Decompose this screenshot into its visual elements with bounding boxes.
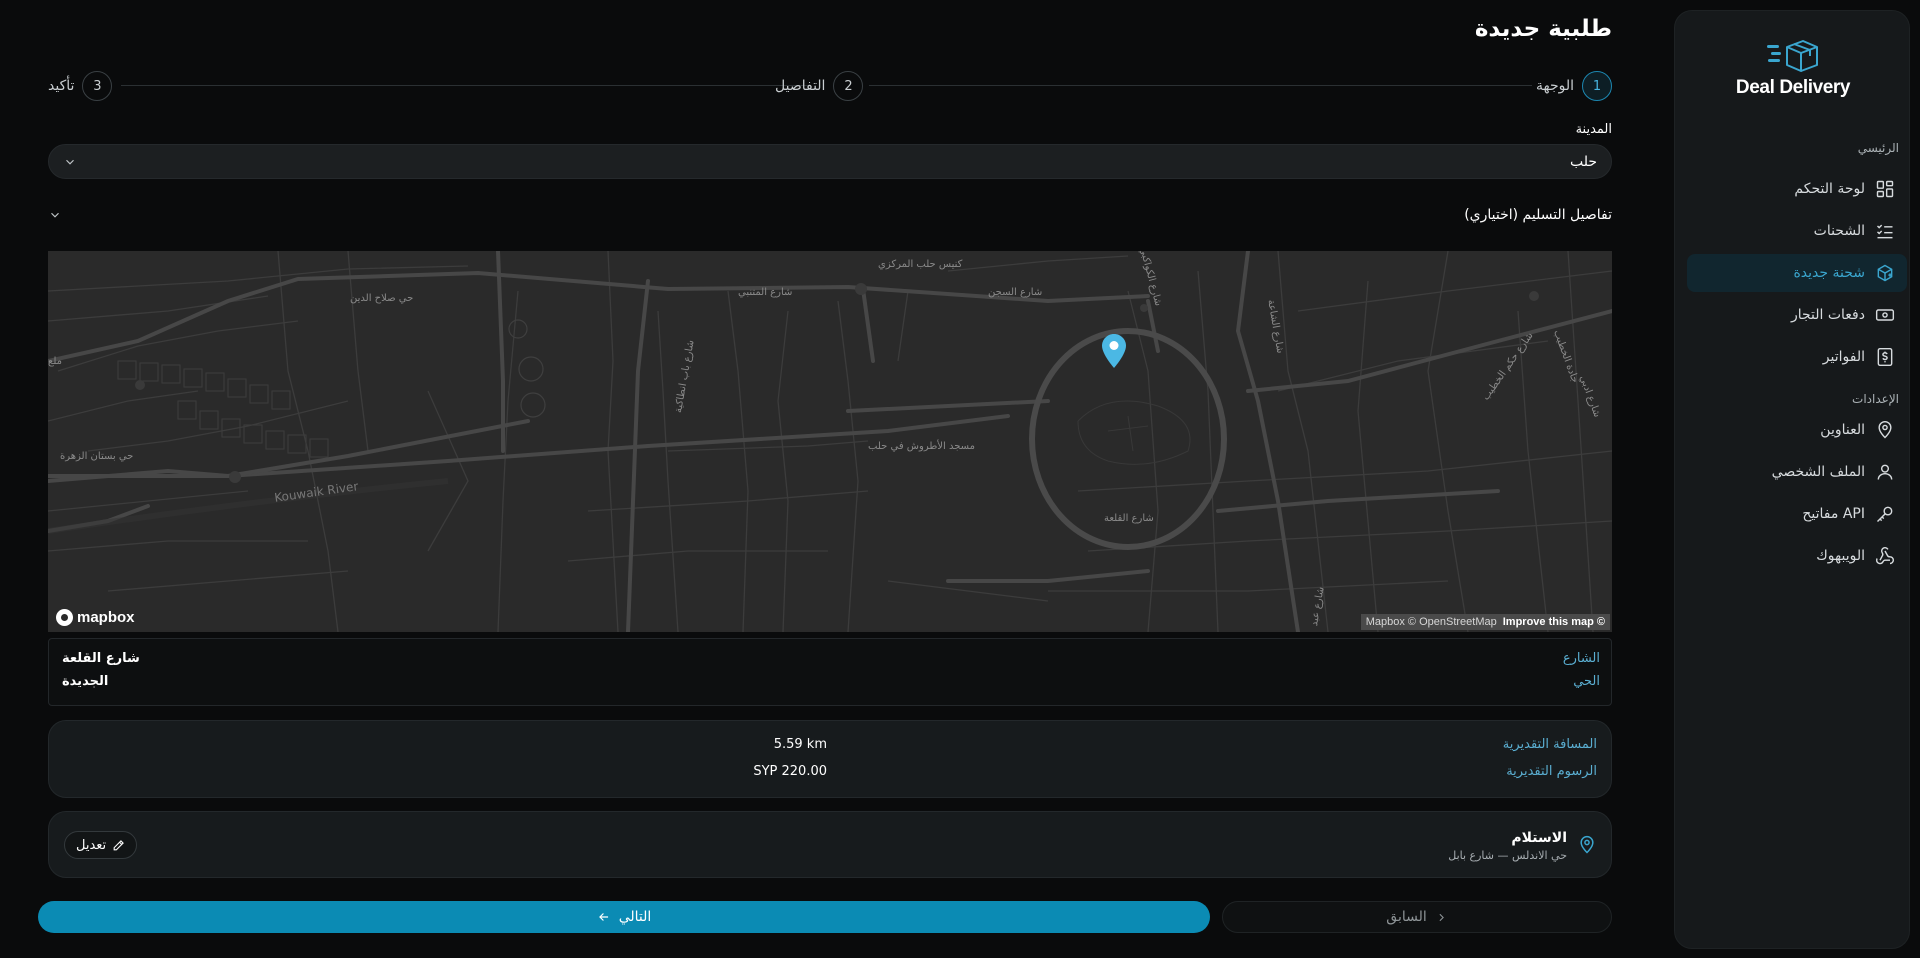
address-details: الشارع شارع القلعة الحي الجديدة (48, 638, 1612, 706)
step-label: الوجهة (1535, 78, 1574, 94)
step-number: 3 (82, 71, 113, 101)
map-label: شارع القلعة (1104, 513, 1154, 524)
map-label: شارع المتنبي (738, 287, 793, 298)
sidebar-item-merchant-payouts[interactable]: دفعات التجار (1687, 296, 1907, 334)
sidebar-item-api-keys[interactable]: مفاتيح API (1687, 495, 1907, 533)
delivery-details-toggle[interactable]: تفاصيل التسليم (اختياري) (48, 204, 1612, 226)
sidebar-item-label: الويبهوك (1816, 548, 1865, 564)
map-label: ملع (48, 356, 62, 367)
key-icon (1876, 506, 1893, 523)
mapbox-logo-icon (56, 609, 73, 626)
step-number: 2 (833, 71, 864, 101)
previous-button[interactable]: السابق (1222, 901, 1612, 933)
dashboard-icon (1876, 180, 1894, 198)
step-connector (121, 85, 808, 86)
map-attribution[interactable]: Mapbox © OpenStreetMap Improve this map … (1360, 614, 1610, 630)
city-select-value: حلب (1569, 153, 1597, 170)
brand-name: Deal Delivery (1735, 77, 1851, 98)
improve-map-link[interactable]: Improve this map © (1503, 616, 1605, 628)
invoice-icon (1877, 347, 1893, 367)
district-label: الحي (1573, 674, 1600, 689)
sidebar: Deal Delivery الرئيسي لوحة التحكم الشحنا… (1674, 10, 1910, 949)
edit-pickup-button[interactable]: تعديل (64, 831, 138, 859)
edit-label: تعديل (76, 837, 107, 853)
list-check-icon (1876, 224, 1893, 239)
next-button[interactable]: التالي (38, 901, 1210, 933)
sidebar-item-invoices[interactable]: الفواتير (1687, 338, 1907, 376)
sidebar-item-shipments[interactable]: الشحنات (1687, 212, 1907, 250)
sidebar-item-webhooks[interactable]: الويبهوك (1687, 537, 1907, 575)
step-label: تأكيد (48, 78, 75, 94)
sidebar-item-label: دفعات التجار (1790, 307, 1865, 323)
location-map[interactable]: كنيس حلب المركزي حي صلاح الدين شارع المت… (48, 251, 1612, 632)
user-icon (1877, 464, 1893, 480)
mapbox-logo[interactable]: mapbox (56, 609, 135, 626)
map-label: حي بستان الزهرة (60, 451, 134, 462)
district-value: الجديدة (62, 674, 109, 689)
pencil-icon (113, 839, 125, 850)
map-label: كنيس حلب المركزي (878, 259, 963, 270)
webhook-icon (1875, 546, 1894, 565)
step-connector (869, 85, 1532, 86)
sidebar-item-label: مفاتيح API (1802, 506, 1865, 522)
step-confirm[interactable]: 3 تأكيد (48, 71, 113, 101)
brand-logo[interactable]: Deal Delivery (1675, 39, 1911, 99)
pickup-address: حي الاندلس — شارع بابل (1448, 849, 1567, 862)
step-number: 1 (1582, 71, 1612, 101)
package-plus-icon (1877, 264, 1893, 282)
address-district-row: الحي الجديدة (62, 674, 1600, 689)
street-value: شارع القلعة (62, 651, 140, 666)
street-label: الشارع (1562, 651, 1600, 666)
map-roads (48, 251, 1612, 632)
map-label: حي صلاح الدين (350, 293, 414, 304)
chevron-down-icon (66, 159, 74, 165)
address-street-row: الشارع شارع القلعة (62, 651, 1600, 666)
delivery-box-icon (1767, 40, 1818, 72)
map-pin-icon (1878, 420, 1892, 439)
step-details[interactable]: 2 التفاصيل (775, 71, 864, 101)
mapbox-logo-text: mapbox (77, 609, 135, 626)
stepper: 1 الوجهة 2 التفاصيل 3 تأكيد (48, 71, 1612, 101)
sidebar-item-profile[interactable]: الملف الشخصي (1687, 453, 1907, 491)
step-destination[interactable]: 1 الوجهة (1536, 71, 1612, 101)
sidebar-item-label: الشحنات (1813, 223, 1865, 239)
step-label: التفاصيل (775, 78, 826, 94)
pickup-title: الاستلام (1511, 830, 1567, 846)
fee-value: SYP 220.00 (753, 764, 827, 779)
sidebar-item-addresses[interactable]: العناوين (1687, 411, 1907, 449)
delivery-details-label: تفاصيل التسليم (اختياري) (1464, 207, 1612, 223)
arrow-left-icon (598, 913, 608, 921)
sidebar-item-label: شحنة جديدة (1793, 265, 1865, 281)
nav-section-settings: الإعدادات (1852, 392, 1899, 406)
banknote-icon (1875, 309, 1895, 321)
distance-label: المسافة التقديرية (1502, 737, 1597, 752)
sidebar-item-dashboard[interactable]: لوحة التحكم (1687, 170, 1907, 208)
page-title: طلبية جديدة (1474, 16, 1612, 42)
map-label: مسجد الأطروش في حلب (868, 441, 975, 452)
distance-value: 5.59 km (773, 737, 827, 752)
map-pin-icon (1580, 835, 1594, 854)
map-label: شارع السجن (988, 287, 1043, 298)
location-pin-icon[interactable] (1101, 333, 1127, 369)
nav-section-main: الرئيسي (1857, 141, 1899, 155)
pickup-card: الاستلام حي الاندلس — شارع بابل تعديل (48, 811, 1612, 878)
attribution-text: Mapbox © OpenStreetMap (1365, 616, 1497, 628)
chevron-down-icon (51, 212, 59, 218)
sidebar-item-label: لوحة التحكم (1794, 181, 1865, 197)
fee-label: الرسوم التقديرية (1506, 764, 1597, 779)
chevron-right-icon (1439, 913, 1444, 921)
estimate-card: المسافة التقديرية 5.59 km الرسوم التقدير… (48, 720, 1612, 798)
next-label: التالي (618, 909, 652, 925)
city-select[interactable]: حلب (48, 144, 1612, 179)
sidebar-item-label: الفواتير (1822, 349, 1865, 365)
city-label: المدينة (1575, 122, 1612, 137)
sidebar-item-label: الملف الشخصي (1771, 464, 1865, 480)
previous-label: السابق (1386, 909, 1427, 925)
sidebar-item-new-shipment[interactable]: شحنة جديدة (1687, 254, 1907, 292)
sidebar-item-label: العناوين (1820, 422, 1865, 438)
